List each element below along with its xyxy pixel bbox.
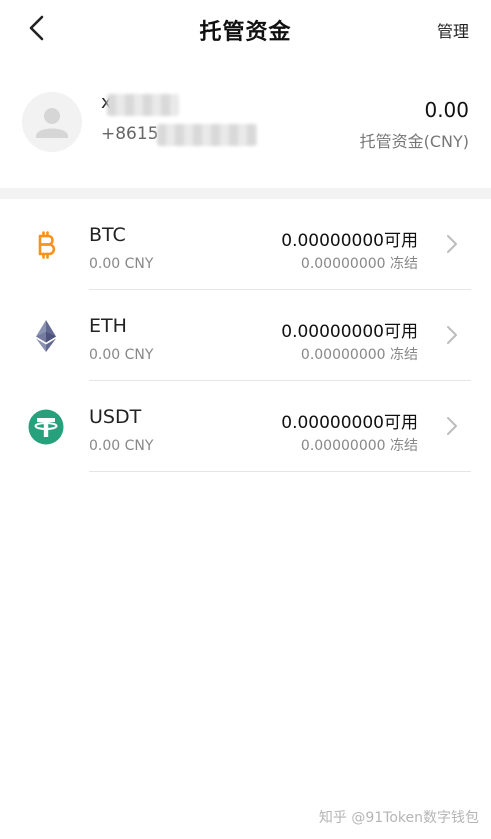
user-avatar-icon <box>36 108 68 138</box>
coin-symbol: ETH <box>89 315 127 337</box>
chevron-right-icon <box>445 415 459 437</box>
name-redaction <box>107 94 179 116</box>
asset-list: BTC 0.00 CNY 0.00000000可用 0.00000000 冻结 … <box>0 199 491 472</box>
total-amount: 0.00 <box>424 98 469 122</box>
row-divider <box>89 471 471 472</box>
total-amount-label: 托管资金(CNY) <box>359 132 469 151</box>
ethereum-icon <box>28 318 64 354</box>
chevron-right-icon <box>445 233 459 255</box>
coin-cny-value: 0.00 CNY <box>89 438 154 454</box>
watermark: 知乎 @91Token数字钱包 <box>318 810 479 826</box>
coin-symbol: BTC <box>89 224 126 246</box>
section-divider <box>0 188 491 199</box>
coin-available: 0.00000000可用 <box>281 231 418 251</box>
chevron-right-icon <box>445 324 459 346</box>
phone-redaction <box>157 124 257 146</box>
bitcoin-icon <box>28 227 64 263</box>
account-summary: x +8615 0.00 托管资金(CNY) <box>0 58 491 188</box>
coin-symbol: USDT <box>89 406 142 428</box>
top-bar: 托管资金 管理 <box>0 0 491 58</box>
asset-row-usdt[interactable]: USDT 0.00 CNY 0.00000000可用 0.00000000 冻结 <box>0 381 491 472</box>
coin-frozen: 0.00000000 冻结 <box>300 347 418 363</box>
page-title: 托管资金 <box>199 20 292 45</box>
account-phone: +8615 <box>101 124 159 144</box>
tether-icon <box>28 409 64 445</box>
coin-cny-value: 0.00 CNY <box>89 347 154 363</box>
avatar[interactable] <box>22 92 82 152</box>
coin-frozen: 0.00000000 冻结 <box>300 256 418 272</box>
asset-row-btc[interactable]: BTC 0.00 CNY 0.00000000可用 0.00000000 冻结 <box>0 199 491 290</box>
coin-frozen: 0.00000000 冻结 <box>300 438 418 454</box>
asset-row-eth[interactable]: ETH 0.00 CNY 0.00000000可用 0.00000000 冻结 <box>0 290 491 381</box>
coin-cny-value: 0.00 CNY <box>89 256 154 272</box>
manage-button[interactable]: 管理 <box>437 18 469 42</box>
coin-available: 0.00000000可用 <box>281 413 418 433</box>
coin-available: 0.00000000可用 <box>281 322 418 342</box>
